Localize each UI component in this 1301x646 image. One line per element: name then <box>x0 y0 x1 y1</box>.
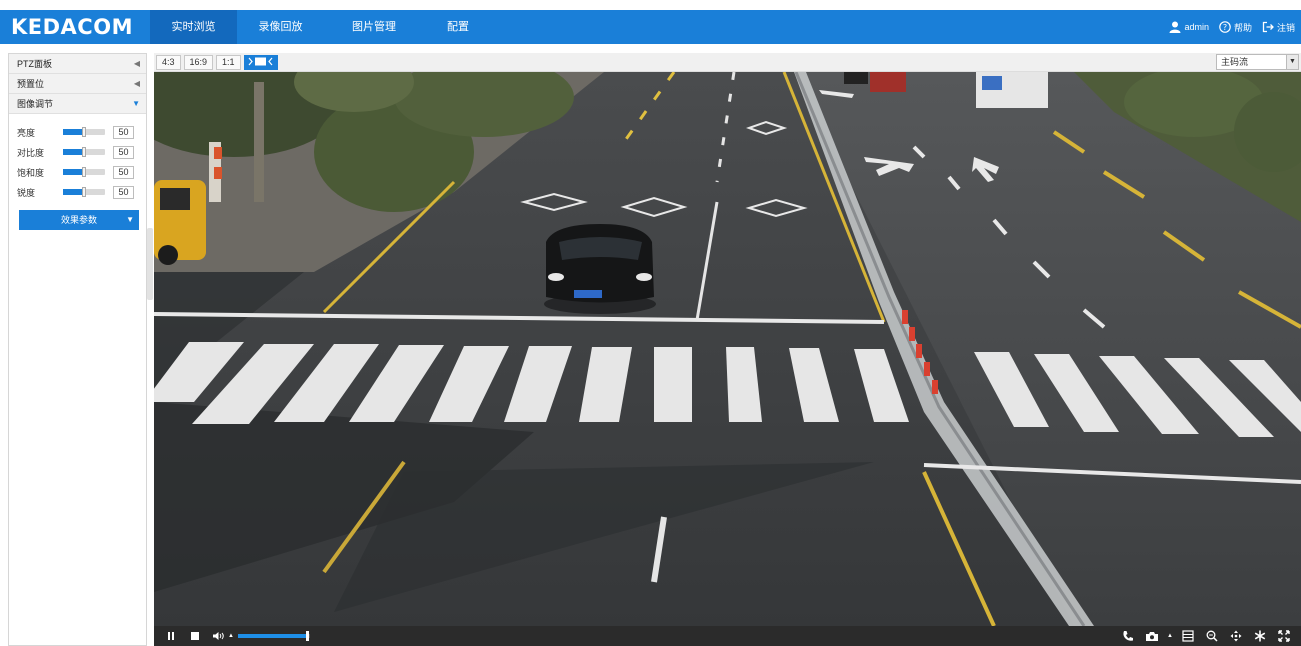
stream-select[interactable]: 主码流 ▼ <box>1216 54 1299 70</box>
chevron-down-icon: ▼ <box>132 99 140 108</box>
effect-params-label: 效果参数 <box>60 215 97 225</box>
pause-button[interactable] <box>162 627 180 645</box>
volume-slider-handle[interactable] <box>306 631 310 641</box>
ptz-button[interactable] <box>1251 627 1269 645</box>
image-adjust-controls: 亮度 50 对比度 50 饱和度 50 锐度 50 <box>9 114 146 202</box>
stop-button[interactable] <box>186 627 204 645</box>
slider-handle[interactable] <box>82 147 86 157</box>
saturation-slider[interactable] <box>63 167 105 177</box>
volume-icon <box>213 632 224 640</box>
record-button[interactable] <box>1179 627 1197 645</box>
record-icon <box>1182 630 1194 642</box>
ptz-icon <box>1254 630 1266 642</box>
snapshot-icon <box>1146 632 1159 641</box>
tab-playback[interactable]: 录像回放 <box>237 10 324 44</box>
snapshot-caret-icon: ▲ <box>1167 633 1173 639</box>
sharpness-row: 锐度 50 <box>17 182 146 202</box>
contrast-value-input[interactable]: 50 <box>113 145 134 159</box>
contrast-slider[interactable] <box>63 147 105 157</box>
sharpness-slider[interactable] <box>63 187 105 197</box>
digital-zoom-button[interactable] <box>1203 627 1221 645</box>
road-camera-image <box>154 72 1301 626</box>
dropdown-arrow-icon: ▼ <box>1286 55 1298 69</box>
fit-window-icon <box>248 57 273 65</box>
video-toolbar: 4:3 16:9 1:1 主码流 ▼ <box>154 53 1301 72</box>
tab-picture-management[interactable]: 图片管理 <box>324 10 424 44</box>
slider-handle[interactable] <box>82 127 86 137</box>
move-icon <box>1230 630 1242 642</box>
svg-text:?: ? <box>1223 23 1227 32</box>
chevron-left-icon: ◀ <box>133 59 140 68</box>
zoom-icon <box>1206 630 1218 642</box>
stream-select-value: 主码流 <box>1221 57 1249 67</box>
chevron-left-icon: ◀ <box>133 79 140 88</box>
ratio-16-9-button[interactable]: 16:9 <box>183 54 214 70</box>
saturation-label: 饱和度 <box>17 167 45 178</box>
caret-down-icon: ▼ <box>126 215 134 224</box>
volume-slider[interactable] <box>237 631 310 641</box>
volume-caret-icon: ▲ <box>228 633 234 639</box>
slider-handle[interactable] <box>82 187 86 197</box>
brightness-label: 亮度 <box>17 127 36 138</box>
logout-link[interactable]: 注销 <box>1262 21 1295 34</box>
stop-icon <box>191 632 199 640</box>
panel-image-adjust[interactable]: 图像调节 ▼ <box>9 94 146 114</box>
effect-params-button[interactable]: 效果参数 ▼ <box>19 210 139 230</box>
help-link[interactable]: ? 帮助 <box>1219 21 1252 34</box>
top-navigation-bar: KEDACOM 实时浏览 录像回放 图片管理 配置 admin ? 帮助 注销 <box>0 10 1301 44</box>
saturation-value-input[interactable]: 50 <box>113 165 134 179</box>
volume-button[interactable] <box>210 627 228 645</box>
brightness-slider[interactable] <box>63 127 105 137</box>
help-icon: ? <box>1219 21 1231 33</box>
live-video-feed[interactable] <box>154 72 1301 626</box>
help-label: 帮助 <box>1233 22 1252 33</box>
player-right-tools: ▲ <box>1119 627 1301 645</box>
saturation-row: 饱和度 50 <box>17 162 146 182</box>
fit-window-button[interactable] <box>243 54 278 70</box>
panel-ptz[interactable]: PTZ面板 ◀ <box>9 54 146 74</box>
ratio-1-1-button[interactable]: 1:1 <box>216 54 241 70</box>
logout-icon <box>1262 21 1274 33</box>
slider-handle[interactable] <box>82 167 86 177</box>
panel-preset[interactable]: 预置位 ◀ <box>9 74 146 94</box>
brightness-row: 亮度 50 <box>17 122 146 142</box>
user-menu[interactable]: admin <box>1169 21 1209 33</box>
user-icon <box>1169 21 1181 33</box>
panel-preset-label: 预置位 <box>17 79 45 89</box>
snapshot-button[interactable] <box>1143 627 1161 645</box>
tab-live-view[interactable]: 实时浏览 <box>150 10 237 44</box>
sharpness-label: 锐度 <box>17 187 36 198</box>
left-control-panel: PTZ面板 ◀ 预置位 ◀ 图像调节 ▼ 亮度 50 对比度 50 饱和度 50… <box>8 53 147 646</box>
sidebar-collapse-handle[interactable] <box>147 228 153 300</box>
pause-icon <box>168 632 174 640</box>
move-button[interactable] <box>1227 627 1245 645</box>
logout-label: 注销 <box>1276 22 1295 33</box>
fullscreen-button[interactable] <box>1275 627 1293 645</box>
sharpness-value-input[interactable]: 50 <box>113 185 134 199</box>
main-nav: 实时浏览 录像回放 图片管理 配置 <box>150 10 492 44</box>
header-user-area: admin ? 帮助 注销 <box>1163 21 1301 34</box>
panel-image-adjust-label: 图像调节 <box>17 99 54 109</box>
brightness-value-input[interactable]: 50 <box>113 125 134 139</box>
username-label: admin <box>1184 22 1209 32</box>
contrast-row: 对比度 50 <box>17 142 146 162</box>
call-button[interactable] <box>1119 627 1137 645</box>
ratio-4-3-button[interactable]: 4:3 <box>156 54 181 70</box>
contrast-label: 对比度 <box>17 147 45 158</box>
player-control-bar: ▲ ▲ <box>154 626 1301 646</box>
call-icon <box>1123 631 1134 641</box>
tab-config[interactable]: 配置 <box>424 10 492 44</box>
panel-ptz-label: PTZ面板 <box>17 59 52 69</box>
kedacom-logo: KEDACOM <box>11 15 133 39</box>
fullscreen-icon <box>1278 630 1290 642</box>
